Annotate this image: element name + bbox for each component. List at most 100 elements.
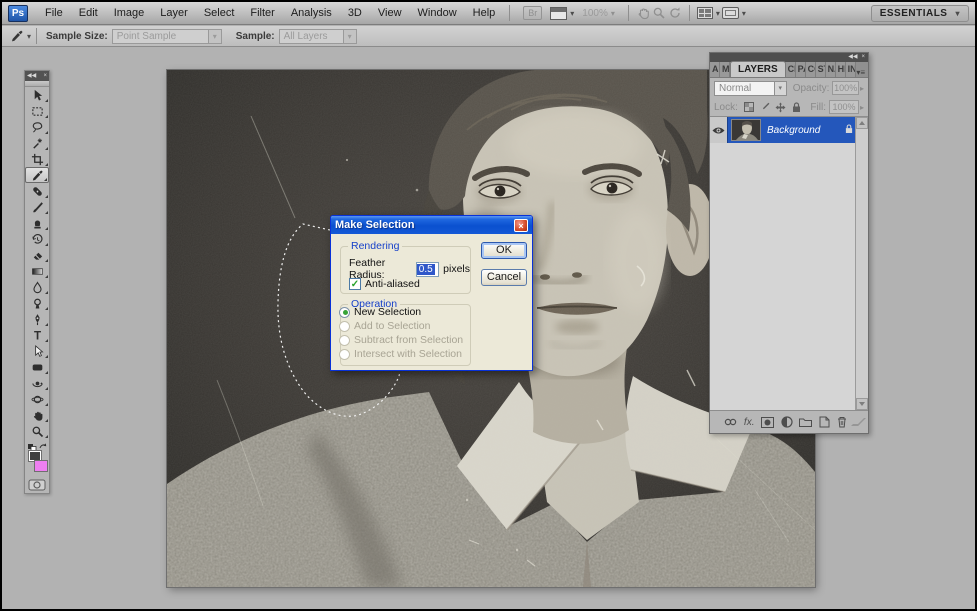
move-tool[interactable]	[25, 87, 49, 103]
dodge-tool[interactable]	[25, 295, 49, 311]
horizontal-type-tool[interactable]: T	[25, 327, 49, 343]
lock-all-icon[interactable]	[790, 101, 804, 113]
pen-tool[interactable]	[25, 311, 49, 327]
menu-help[interactable]: Help	[466, 4, 503, 22]
fill-stepper-icon[interactable]: ▸	[860, 103, 864, 112]
history-brush-tool[interactable]	[25, 231, 49, 247]
tab-info[interactable]: IN	[846, 62, 856, 77]
layer-thumbnail[interactable]	[731, 119, 761, 141]
eyedropper-tool[interactable]	[25, 167, 49, 183]
clone-stamp-tool[interactable]	[25, 215, 49, 231]
scroll-up-icon[interactable]	[856, 117, 868, 129]
layer-list-scrollbar[interactable]	[855, 117, 868, 410]
menu-edit[interactable]: Edit	[72, 4, 105, 22]
3d-orbit-tool[interactable]	[25, 391, 49, 407]
background-color-swatch[interactable]	[34, 460, 48, 472]
close-panel-icon[interactable]: ×	[43, 71, 47, 81]
new-selection-radio[interactable]: New Selection	[339, 306, 421, 318]
quick-mask-button[interactable]	[25, 477, 49, 493]
lasso-tool[interactable]	[25, 119, 49, 135]
rectangular-marquee-tool[interactable]	[25, 103, 49, 119]
collapse-panel-icon[interactable]: ◀◀	[27, 71, 36, 81]
lock-transparency-icon[interactable]	[742, 101, 756, 113]
lock-row: Lock: Fill: 100% ▸	[710, 98, 868, 116]
panel-menu-icon[interactable]: ▾≡	[856, 68, 868, 77]
blend-mode-dropdown[interactable]: Normal ▾	[714, 81, 787, 96]
tool-preset-button[interactable]: ▾	[10, 28, 31, 45]
tab-masks[interactable]: MA	[720, 62, 730, 77]
arrange-documents-button[interactable]: ▾	[697, 5, 720, 22]
rotate-view-button[interactable]	[668, 5, 682, 22]
opacity-value[interactable]: 100%	[832, 81, 859, 95]
toolbox-header[interactable]: ◀◀ ×	[25, 71, 49, 81]
spot-healing-brush-tool[interactable]	[25, 183, 49, 199]
feather-radius-input[interactable]: 0.5	[416, 262, 439, 277]
menu-file[interactable]: File	[38, 4, 70, 22]
quick-mask-icon	[28, 479, 46, 491]
brush-tool[interactable]	[25, 199, 49, 215]
default-swap-colors[interactable]	[25, 439, 49, 449]
hand-tool[interactable]	[25, 407, 49, 423]
screen-mode-button[interactable]: ▾	[722, 5, 746, 22]
lock-position-icon[interactable]	[774, 101, 788, 113]
workspace-switcher-button[interactable]: ESSENTIALS▾	[871, 5, 969, 22]
path-selection-tool[interactable]	[25, 343, 49, 359]
tab-adjustments[interactable]: AD	[710, 62, 720, 77]
ok-button[interactable]: OK	[481, 242, 527, 259]
sample-dropdown[interactable]: All Layers ▾	[279, 29, 357, 44]
link-layers-icon[interactable]	[724, 415, 737, 429]
menu-window[interactable]: Window	[411, 4, 464, 22]
layer-visibility-toggle[interactable]	[710, 117, 728, 143]
layer-row-background[interactable]: Background	[710, 117, 857, 143]
zoom-level-dropdown[interactable]: 100%▾	[582, 8, 615, 19]
close-icon[interactable]: ×	[514, 219, 528, 232]
menu-select[interactable]: Select	[197, 4, 242, 22]
scroll-down-icon[interactable]	[856, 398, 868, 410]
panel-resize-grip[interactable]	[851, 418, 866, 426]
tab-navigator[interactable]: NA	[826, 62, 836, 77]
delete-layer-icon[interactable]	[836, 415, 848, 429]
opacity-stepper-icon[interactable]: ▸	[860, 84, 864, 93]
menu-image[interactable]: Image	[107, 4, 152, 22]
new-layer-icon[interactable]	[818, 415, 830, 429]
cancel-button[interactable]: Cancel	[481, 269, 527, 286]
menu-analysis[interactable]: Analysis	[284, 4, 339, 22]
menu-view[interactable]: View	[371, 4, 409, 22]
tab-color[interactable]: CO	[806, 62, 816, 77]
chevron-down-icon: ▾	[774, 82, 786, 95]
hand-tool-button[interactable]	[636, 5, 650, 22]
tab-history[interactable]: HI	[836, 62, 846, 77]
blur-tool[interactable]	[25, 279, 49, 295]
radio-selected-icon[interactable]	[339, 307, 350, 318]
tab-layers[interactable]: LAYERS	[730, 61, 786, 77]
sample-size-dropdown[interactable]: Point Sample ▾	[112, 29, 222, 44]
dialog-title-bar[interactable]: Make Selection ×	[331, 216, 532, 234]
menu-layer[interactable]: Layer	[153, 4, 195, 22]
lock-image-icon[interactable]	[758, 101, 772, 113]
launch-bridge-button[interactable]: Br	[523, 6, 542, 20]
add-layer-mask-icon[interactable]	[761, 415, 774, 429]
menu-3d[interactable]: 3D	[341, 4, 369, 22]
gradient-tool[interactable]	[25, 263, 49, 279]
zoom-tool[interactable]	[25, 423, 49, 439]
collapse-panel-icon[interactable]: ◀◀	[848, 53, 857, 62]
magic-wand-tool[interactable]	[25, 135, 49, 151]
tab-channels[interactable]: CH	[786, 62, 796, 77]
3d-rotate-icon	[31, 377, 44, 390]
fill-value[interactable]: 100%	[829, 100, 859, 114]
crop-tool[interactable]	[25, 151, 49, 167]
close-panel-icon[interactable]: ×	[861, 53, 865, 62]
zoom-tool-button[interactable]	[652, 5, 666, 22]
tab-paths[interactable]: PA	[796, 62, 806, 77]
anti-aliased-checkbox[interactable]: ✓	[349, 278, 361, 290]
blend-mode-row: Normal ▾ Opacity: 100% ▸	[710, 78, 868, 98]
rectangle-shape-tool[interactable]	[25, 359, 49, 375]
adjustment-layer-icon[interactable]	[780, 415, 792, 429]
menu-filter[interactable]: Filter	[243, 4, 281, 22]
view-extras-button[interactable]: ▾	[550, 5, 574, 22]
new-group-icon[interactable]	[799, 415, 812, 429]
layer-style-icon[interactable]: fx.	[743, 415, 755, 429]
eraser-tool[interactable]	[25, 247, 49, 263]
3d-rotate-tool[interactable]	[25, 375, 49, 391]
tab-styles[interactable]: ST	[816, 62, 826, 77]
